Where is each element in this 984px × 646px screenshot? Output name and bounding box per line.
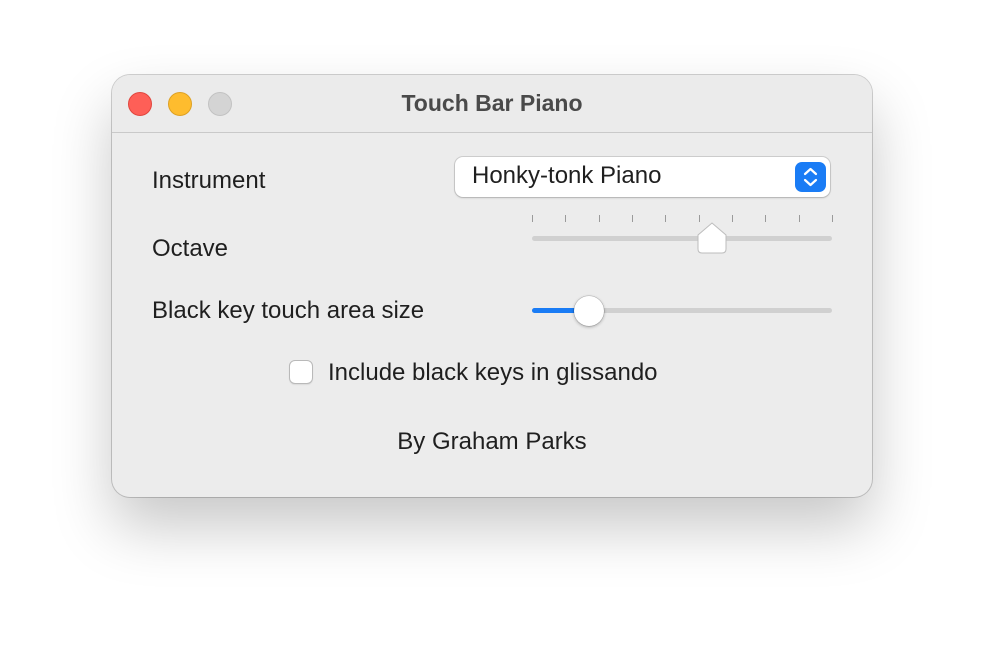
glissando-checkbox-label[interactable]: Include black keys in glissando bbox=[328, 359, 658, 387]
up-down-chevron-icon bbox=[795, 162, 826, 192]
instrument-selected-value: Honky-tonk Piano bbox=[472, 162, 662, 189]
octave-tick-mark bbox=[798, 215, 800, 222]
octave-tick-mark bbox=[665, 215, 667, 222]
glissando-checkbox[interactable] bbox=[289, 360, 313, 384]
author-credit: By Graham Parks bbox=[397, 428, 587, 455]
octave-tick-mark bbox=[632, 215, 633, 222]
octave-tick-mark bbox=[565, 215, 567, 222]
octave-tick-mark bbox=[765, 215, 767, 222]
octave-tick-mark bbox=[532, 215, 533, 222]
title-bar[interactable]: Touch Bar Piano bbox=[112, 75, 872, 133]
octave-tick-mark bbox=[732, 215, 733, 222]
instrument-label: Instrument bbox=[152, 167, 266, 194]
octave-label: Octave bbox=[152, 235, 229, 262]
app-window: Touch Bar Piano Instrument Honky-tonk Pi… bbox=[112, 75, 872, 497]
black-key-size-slider-thumb[interactable] bbox=[574, 296, 604, 326]
instrument-popup-button[interactable]: Honky-tonk Piano bbox=[455, 157, 830, 197]
octave-tick-mark bbox=[598, 215, 600, 222]
octave-slider-thumb[interactable] bbox=[695, 221, 729, 255]
black-key-size-label: Black key touch area size bbox=[152, 297, 425, 324]
octave-slider-track[interactable] bbox=[532, 236, 832, 241]
octave-tick-mark bbox=[832, 215, 833, 222]
window-title: Touch Bar Piano bbox=[401, 90, 583, 116]
